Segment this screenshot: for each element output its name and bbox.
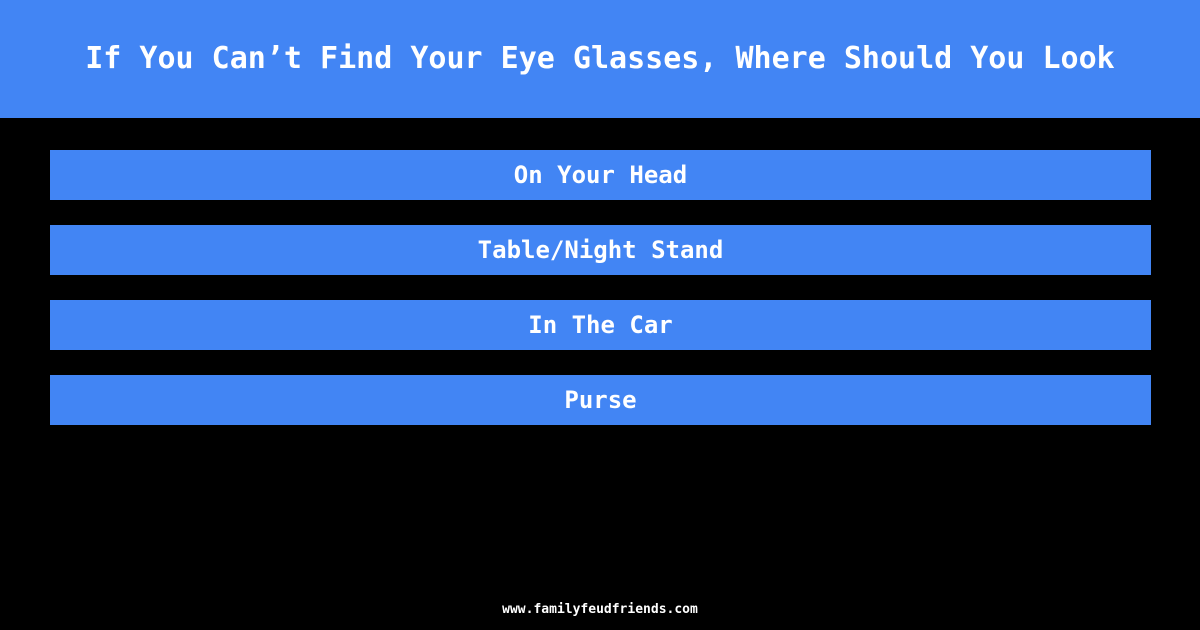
page-title: If You Can’t Find Your Eye Glasses, Wher… [85, 41, 1115, 76]
question-header: If You Can’t Find Your Eye Glasses, Wher… [0, 0, 1200, 118]
answer-label: Table/Night Stand [477, 236, 724, 264]
answer-label: On Your Head [513, 161, 688, 189]
answer-label: In The Car [528, 311, 673, 339]
game-card: If You Can’t Find Your Eye Glasses, Wher… [0, 0, 1200, 630]
answer-row-4[interactable]: Purse [50, 375, 1151, 425]
footer: www.familyfeudfriends.com [0, 598, 1200, 617]
answer-list: On Your Head Table/Night Stand In The Ca… [50, 150, 1151, 425]
answer-row-3[interactable]: In The Car [50, 300, 1151, 350]
site-url[interactable]: www.familyfeudfriends.com [502, 602, 698, 617]
answer-row-1[interactable]: On Your Head [50, 150, 1151, 200]
answer-label: Purse [564, 386, 637, 414]
answer-row-2[interactable]: Table/Night Stand [50, 225, 1151, 275]
